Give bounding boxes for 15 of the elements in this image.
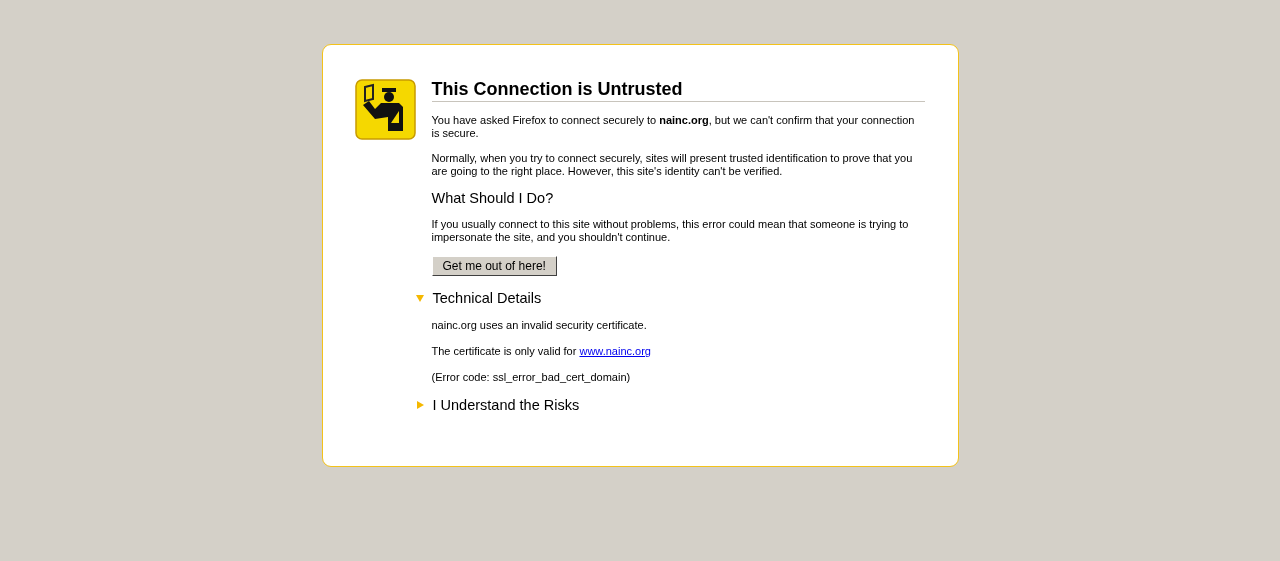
certificate-link[interactable]: www.nainc.org bbox=[579, 345, 651, 357]
expanded-triangle-icon[interactable] bbox=[414, 293, 425, 303]
paragraph: If you usually connect to this site without problems, this error could mean that someone is trying to impersonate the site, and you shouldn't continue. bbox=[431, 218, 910, 244]
paragraph: (Error code: ssl_error_bad_cert_domain) bbox=[431, 371, 632, 384]
guard-icon bbox=[354, 79, 416, 140]
paragraph: Normally, when you try to connect securely, sites will present trusted identification to prove that you are going to the right place. However, this site's identity can't be verified. bbox=[431, 152, 914, 178]
paragraph: You have asked Firefox to connect securely to nainc.org, but we can't confirm that your connection is secure. bbox=[431, 114, 916, 140]
page-title: This Connection is Untrusted bbox=[431, 79, 925, 102]
section-heading[interactable]: I Understand the Risks bbox=[432, 397, 580, 413]
collapsed-triangle-icon[interactable] bbox=[414, 400, 425, 410]
paragraph: nainc.org uses an invalid security certificate. bbox=[431, 319, 648, 332]
section-heading[interactable]: Technical Details bbox=[432, 290, 542, 306]
get-out-button[interactable]: Get me out of here! bbox=[431, 256, 557, 276]
section-heading: What Should I Do? bbox=[431, 190, 555, 206]
paragraph: The certificate is only valid for www.nainc.org bbox=[431, 345, 652, 358]
